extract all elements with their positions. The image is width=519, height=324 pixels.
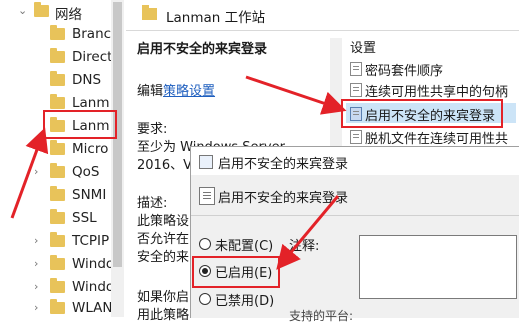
tree-item[interactable]: › Windo (0, 277, 126, 299)
chevron-right-icon[interactable]: › (34, 142, 38, 155)
tree-scrollbar[interactable] (111, 0, 124, 317)
chevron-right-icon[interactable]: › (34, 280, 38, 293)
policy-document-icon (199, 187, 215, 205)
radio-button[interactable] (199, 293, 211, 305)
folder-icon (50, 278, 65, 293)
folder-icon (50, 94, 65, 109)
tree-item-label: Windo (72, 256, 115, 272)
policy-dialog: 启用不安全的来宾登录 启用不安全的来宾登录 未配置(C) 已启用(E) 已禁用(… (190, 146, 519, 323)
policy-setting-icon (350, 83, 362, 97)
tree-item-label: QoS (72, 164, 100, 180)
folder-icon (50, 186, 65, 201)
tree-item-label: Branc (72, 26, 112, 42)
folder-icon (142, 5, 157, 20)
tree-item-label: DNS (72, 72, 102, 88)
requirements-text: 2016、V (137, 158, 192, 173)
description-text: 如果你启 (137, 290, 190, 305)
radio-label: 已禁用(D) (215, 294, 275, 309)
dialog-titlebar[interactable]: 启用不安全的来宾登录 (191, 147, 519, 175)
tree-item[interactable]: DNS (0, 70, 126, 92)
policy-header: Lanman 工作站 (126, 0, 519, 31)
annotation-box-tree (43, 110, 117, 139)
divider (191, 215, 519, 216)
tree-item-label: SNMI (72, 187, 107, 203)
chevron-right-icon[interactable]: › (34, 257, 38, 270)
tree-item-label: TCPIP (72, 233, 110, 249)
page-title: Lanman 工作站 (166, 10, 266, 26)
edit-policy-link[interactable]: 策略设置 (163, 84, 215, 99)
tree-item-label: Micro (72, 141, 109, 157)
arrow-to-setting (245, 75, 347, 115)
folder-icon (50, 232, 65, 247)
tree-item-label: 网络 (55, 7, 82, 23)
radio-button[interactable] (199, 238, 211, 250)
note-textarea[interactable] (359, 235, 517, 299)
chevron-right-icon[interactable]: › (34, 234, 38, 247)
annotation-box-enabled (192, 256, 280, 288)
folder-icon (34, 2, 49, 17)
edit-prefix: 编辑 (137, 84, 164, 99)
tree-item[interactable]: SNMI (0, 185, 126, 207)
tree-item-label: Lanm (72, 95, 110, 111)
policy-setting-icon (350, 62, 362, 76)
setting-item[interactable]: 脱机文件在连续可用性共 (346, 127, 519, 147)
description-label: 描述: (137, 196, 168, 211)
dialog-header-text: 启用不安全的来宾登录 (218, 191, 349, 206)
tree-item-label: Direct (72, 49, 113, 65)
description-text: 安全的来 (137, 250, 190, 265)
policy-setting-icon (350, 130, 362, 144)
folder-icon (50, 209, 65, 224)
folder-icon (50, 255, 65, 270)
dialog-header: 启用不安全的来宾登录 (191, 175, 519, 215)
description-text: 此策略设 (137, 214, 190, 229)
folder-icon (50, 48, 65, 63)
tree-item[interactable]: Direct (0, 47, 126, 69)
tree-item-label: SSL (72, 210, 97, 226)
tree-item[interactable]: › QoS (0, 162, 126, 184)
folder-icon (50, 140, 65, 155)
setting-label: 密码套件顺序 (365, 64, 444, 79)
setting-item[interactable]: 连续可用性共享中的句柄 (346, 80, 519, 100)
folder-icon (50, 71, 65, 86)
settings-pane: 设置 密码套件顺序 连续可用性共享中的句柄 启用不安全的来宾登录 脱机文件在连续… (342, 30, 519, 160)
folder-icon (50, 163, 65, 178)
radio-label: 未配置(C) (215, 239, 274, 254)
tree-item-label: Windo (72, 279, 115, 295)
description-text: 用此策略 (137, 308, 190, 323)
setting-item[interactable]: 密码套件顺序 (346, 59, 519, 79)
navigation-tree: ⌄ 网络 Branc Direct DNS Lanm Lanm › Micro … (0, 0, 126, 317)
folder-icon (50, 299, 65, 314)
edit-line: 编辑策略设置 (137, 80, 215, 99)
supported-platforms-label: 支持的平台: (289, 309, 354, 323)
tree-item-label: WLAN (72, 300, 113, 316)
setting-label: 脱机文件在连续可用性共 (365, 132, 509, 147)
dialog-title: 启用不安全的来宾登录 (218, 157, 349, 172)
note-label: 注释: (289, 239, 320, 254)
requirements-label: 要求: (137, 122, 168, 137)
folder-icon (50, 25, 65, 40)
description-text: 否允许在 (137, 232, 190, 247)
setting-label: 连续可用性共享中的句柄 (365, 85, 509, 100)
policy-setting-icon (199, 155, 213, 169)
chevron-right-icon[interactable]: › (34, 165, 38, 178)
tree-item[interactable]: SSL (0, 208, 126, 230)
tree-item[interactable]: › TCPIP (0, 231, 126, 253)
tree-item[interactable]: Branc (0, 24, 126, 46)
policy-title: 启用不安全的来宾登录 (137, 42, 268, 57)
tree-item-network[interactable]: ⌄ 网络 (0, 1, 126, 23)
chevron-down-icon[interactable]: ⌄ (18, 4, 27, 17)
tree-item[interactable]: › Windo (0, 254, 126, 276)
settings-header: 设置 (350, 41, 377, 56)
tree-item[interactable]: › Micro (0, 139, 126, 161)
chevron-right-icon[interactable]: › (34, 301, 38, 314)
annotation-box-setting (341, 99, 503, 128)
